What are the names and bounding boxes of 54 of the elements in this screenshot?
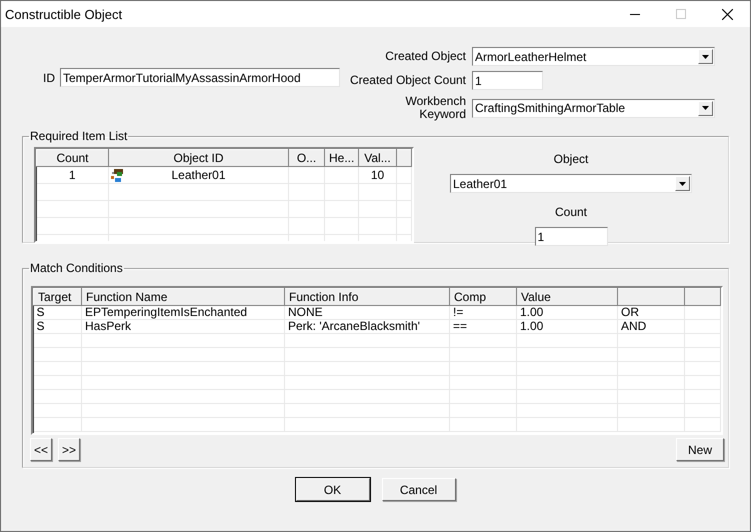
maximize-icon [676,9,686,19]
group-title: Match Conditions [29,261,124,275]
dialog-button[interactable]: OK [296,478,370,501]
window-title: Constructible Object [4,6,122,22]
column-header[interactable]: O... [288,150,324,166]
field-label: Count [554,205,588,219]
table-cell: EPTemperingItemIsEnchanted [85,305,248,319]
field-label: ID [43,70,55,84]
group-title: Required Item List [29,129,128,143]
column-header[interactable]: Val... [358,150,396,166]
input-field[interactable]: TemperArmorTutorialMyAssassinArmorHood [60,68,340,87]
column-header[interactable]: Object ID [108,150,288,166]
dropdown-arrow-button[interactable] [698,49,713,64]
column-header[interactable]: Target [34,288,82,306]
column-header[interactable]: Value [516,288,618,306]
table-cell: 1.00 [520,305,544,319]
dropdown-arrow-button[interactable] [698,100,713,116]
table-cell: AND [621,319,646,333]
dialog-button[interactable]: Cancel [382,478,456,501]
column-header[interactable]: Function Info [284,288,450,306]
field-label: Workbench Keyword [404,95,466,121]
column-header[interactable]: Function Name [82,288,284,306]
dropdown[interactable]: Leather01 [450,174,692,193]
table-cell: S [36,305,45,319]
input-field[interactable]: 1 [534,227,608,246]
table-cell: != [453,305,464,319]
field-label: Object [554,152,588,166]
table-cell: HasPerk [85,319,132,333]
field-label: Created Object [384,50,466,63]
table-cell: 1.00 [520,319,544,333]
column-header[interactable]: Comp [450,288,516,306]
table-cell: NONE [288,305,323,319]
column-header[interactable]: He... [324,150,358,166]
caret-icon [679,182,686,186]
table-cell: Perk: 'ArcaneBlacksmith' [288,319,420,333]
field-label: Created Object Count [348,74,466,87]
new-button[interactable]: New [676,438,724,461]
dropdown[interactable]: CraftingSmithingArmorTable [472,98,715,118]
dropdown[interactable]: ArmorLeatherHelmet [472,47,715,66]
caret-icon [702,54,709,58]
input-field[interactable]: 1 [472,71,543,90]
nav-button[interactable]: << [30,438,52,461]
table-cell: 10 [370,168,384,182]
nav-button[interactable]: >> [58,438,80,461]
dropdown-arrow-button[interactable] [675,176,690,191]
table-cell: 1 [68,168,76,182]
column-header[interactable]: Count [36,150,108,166]
close-icon [722,8,732,20]
table-cell: S [36,319,45,333]
table-cell: OR [621,305,639,319]
table-cell: Leather01 [171,168,226,182]
table-cell: == [453,319,468,333]
item-icon [111,169,125,183]
caret-icon [702,106,709,110]
